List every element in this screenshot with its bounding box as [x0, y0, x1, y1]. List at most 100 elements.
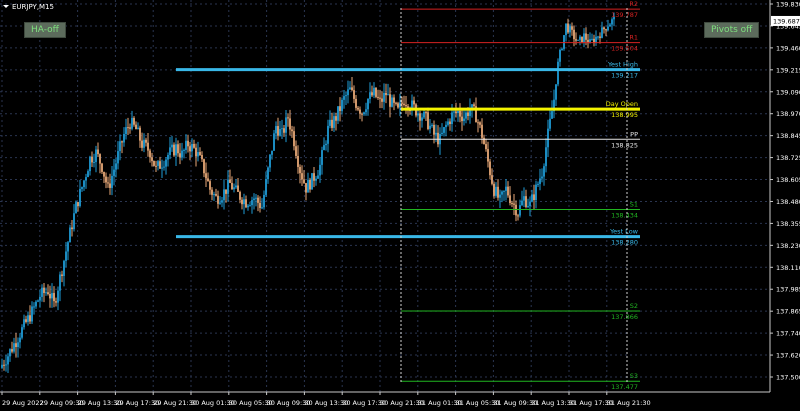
- candle-body: [211, 189, 213, 195]
- candle-body: [97, 149, 99, 155]
- candle-body: [253, 198, 255, 201]
- candle-body: [175, 144, 177, 156]
- y-tick-label: 138.110: [776, 264, 800, 272]
- candle-body: [277, 126, 279, 136]
- candle-body: [51, 293, 53, 299]
- candle-body: [81, 187, 83, 189]
- candle-body: [457, 110, 459, 114]
- candle-body: [327, 125, 329, 144]
- candle-body: [305, 183, 307, 193]
- candle-body: [41, 287, 43, 297]
- candle-body: [35, 301, 37, 307]
- candle-body: [75, 202, 77, 214]
- candle-body: [603, 27, 605, 30]
- candle-body: [219, 202, 221, 204]
- candle-body: [591, 38, 593, 40]
- x-tick-label: 31 Aug 21:30: [607, 399, 651, 407]
- candle-body: [423, 111, 425, 118]
- candle-body: [119, 141, 121, 152]
- pivots-toggle-button[interactable]: Pivots off: [704, 22, 760, 38]
- candle-body: [245, 199, 247, 208]
- candle-body: [443, 127, 445, 133]
- candle-body: [601, 27, 603, 38]
- candle-body: [389, 94, 391, 107]
- y-tick-label: 139.215: [776, 66, 800, 74]
- candle-body: [29, 315, 31, 322]
- plot-background: [0, 0, 800, 411]
- candle-body: [485, 144, 487, 150]
- candle-body: [537, 183, 539, 185]
- candle-body: [73, 213, 75, 230]
- y-tick-label: 137.740: [776, 330, 800, 338]
- candle-body: [545, 147, 547, 167]
- candle-body: [405, 104, 407, 107]
- candle-body: [381, 98, 383, 102]
- candle-body: [295, 146, 297, 156]
- candle-body: [581, 36, 583, 43]
- candle-body: [333, 116, 335, 128]
- candle-body: [481, 124, 483, 138]
- candle-body: [267, 167, 269, 180]
- candle-body: [585, 33, 587, 40]
- candle-body: [207, 178, 209, 182]
- candle-body: [319, 164, 321, 176]
- candle-body: [141, 140, 143, 148]
- candle-body: [165, 159, 167, 167]
- candle-body: [193, 143, 195, 148]
- candle-body: [111, 175, 113, 188]
- candle-body: [401, 102, 403, 104]
- candle-body: [517, 215, 519, 217]
- candle-body: [425, 111, 427, 113]
- candle-body: [133, 117, 135, 125]
- y-tick-label: 138.230: [776, 242, 800, 250]
- candle-body: [395, 102, 397, 104]
- candle-body: [5, 364, 7, 366]
- candle-body: [179, 153, 181, 158]
- candle-body: [459, 110, 461, 117]
- candle-body: [229, 179, 231, 183]
- level-value: 139.217: [611, 72, 638, 80]
- candle-body: [387, 94, 389, 96]
- candle-body: [297, 155, 299, 167]
- candle-body: [453, 111, 455, 113]
- candle-body: [365, 109, 367, 113]
- candle-body: [221, 200, 223, 203]
- candle-body: [243, 199, 245, 205]
- candle-body: [231, 182, 233, 190]
- ha-toggle-button[interactable]: HA-off: [24, 22, 66, 38]
- candle-body: [255, 197, 257, 199]
- candle-body: [543, 166, 545, 177]
- y-tick-label: 138.845: [776, 132, 800, 140]
- level-value: 137.866: [611, 313, 638, 321]
- candle-body: [489, 161, 491, 176]
- candle-body: [237, 185, 239, 192]
- candle-body: [331, 119, 333, 128]
- candle-body: [535, 184, 537, 201]
- candle-body: [131, 117, 133, 129]
- candle-body: [117, 151, 119, 164]
- candle-body: [77, 202, 79, 207]
- candle-body: [43, 287, 45, 293]
- candle-body: [215, 194, 217, 196]
- candle-body: [223, 189, 225, 201]
- candle-body: [483, 137, 485, 145]
- candle-body: [7, 356, 9, 365]
- candle-body: [413, 100, 415, 105]
- candle-body: [93, 162, 95, 164]
- candle-body: [59, 274, 61, 291]
- level-label: Yest High: [607, 61, 638, 69]
- candle-body: [171, 144, 173, 148]
- x-tick-label: 29 Aug 2022: [2, 399, 44, 407]
- candle-body: [173, 144, 175, 156]
- price-chart[interactable]: R2 139.787 R1 139.504 Yest High 139.217 Day Op…: [0, 0, 800, 411]
- candle-body: [393, 97, 395, 103]
- candle-body: [551, 111, 553, 119]
- candle-body: [597, 36, 599, 38]
- candle-body: [169, 147, 171, 155]
- candle-body: [593, 38, 595, 43]
- y-tick-label: 137.985: [776, 286, 800, 294]
- candle-body: [347, 89, 349, 96]
- candle-body: [345, 95, 347, 97]
- candle-body: [115, 163, 117, 170]
- candle-body: [11, 349, 13, 352]
